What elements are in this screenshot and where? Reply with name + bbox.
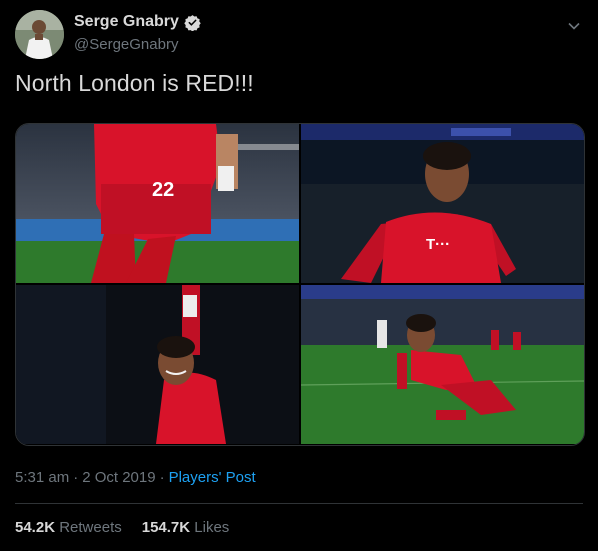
author-name[interactable]: Serge Gnabry: [74, 13, 179, 31]
likes-count: 154.7K: [141, 519, 191, 536]
likes-label: Likes: [194, 519, 230, 536]
photo-3[interactable]: [16, 285, 299, 444]
author-handle[interactable]: @SergeGnabry: [74, 36, 178, 53]
jersey-number: 22: [152, 179, 174, 201]
tweet-source-link[interactable]: Players' Post: [169, 469, 256, 486]
sponsor-text: T···: [426, 236, 450, 253]
avatar[interactable]: [15, 10, 64, 59]
photo-4[interactable]: [301, 285, 584, 444]
meta-separator: ·: [159, 469, 165, 486]
divider: [15, 503, 583, 504]
retweets-stat[interactable]: 54.2K Retweets: [15, 519, 122, 536]
retweets-label: Retweets: [59, 519, 122, 536]
chevron-down-icon[interactable]: [568, 17, 580, 30]
likes-stat[interactable]: 154.7K Likes: [142, 519, 230, 536]
author-name-row[interactable]: Serge Gnabry: [74, 13, 201, 31]
tweet-time[interactable]: 5:31 am: [15, 469, 69, 486]
photo-1[interactable]: 22: [16, 124, 299, 283]
tweet-meta: 5:31 am · 2 Oct 2019 · Players' Post: [15, 469, 256, 486]
retweets-count: 54.2K: [15, 519, 56, 536]
tweet-card: Serge Gnabry @SergeGnabry North London i…: [0, 0, 598, 551]
tweet-stats: 54.2K Retweets 154.7K Likes: [15, 519, 229, 536]
verified-badge-icon: [184, 14, 201, 31]
media-grid: 22 T···: [15, 123, 585, 446]
meta-separator: ·: [73, 469, 79, 486]
photo-2[interactable]: T···: [301, 124, 584, 283]
tweet-date[interactable]: 2 Oct 2019: [82, 469, 155, 486]
tweet-text: North London is RED!!!: [15, 70, 254, 96]
